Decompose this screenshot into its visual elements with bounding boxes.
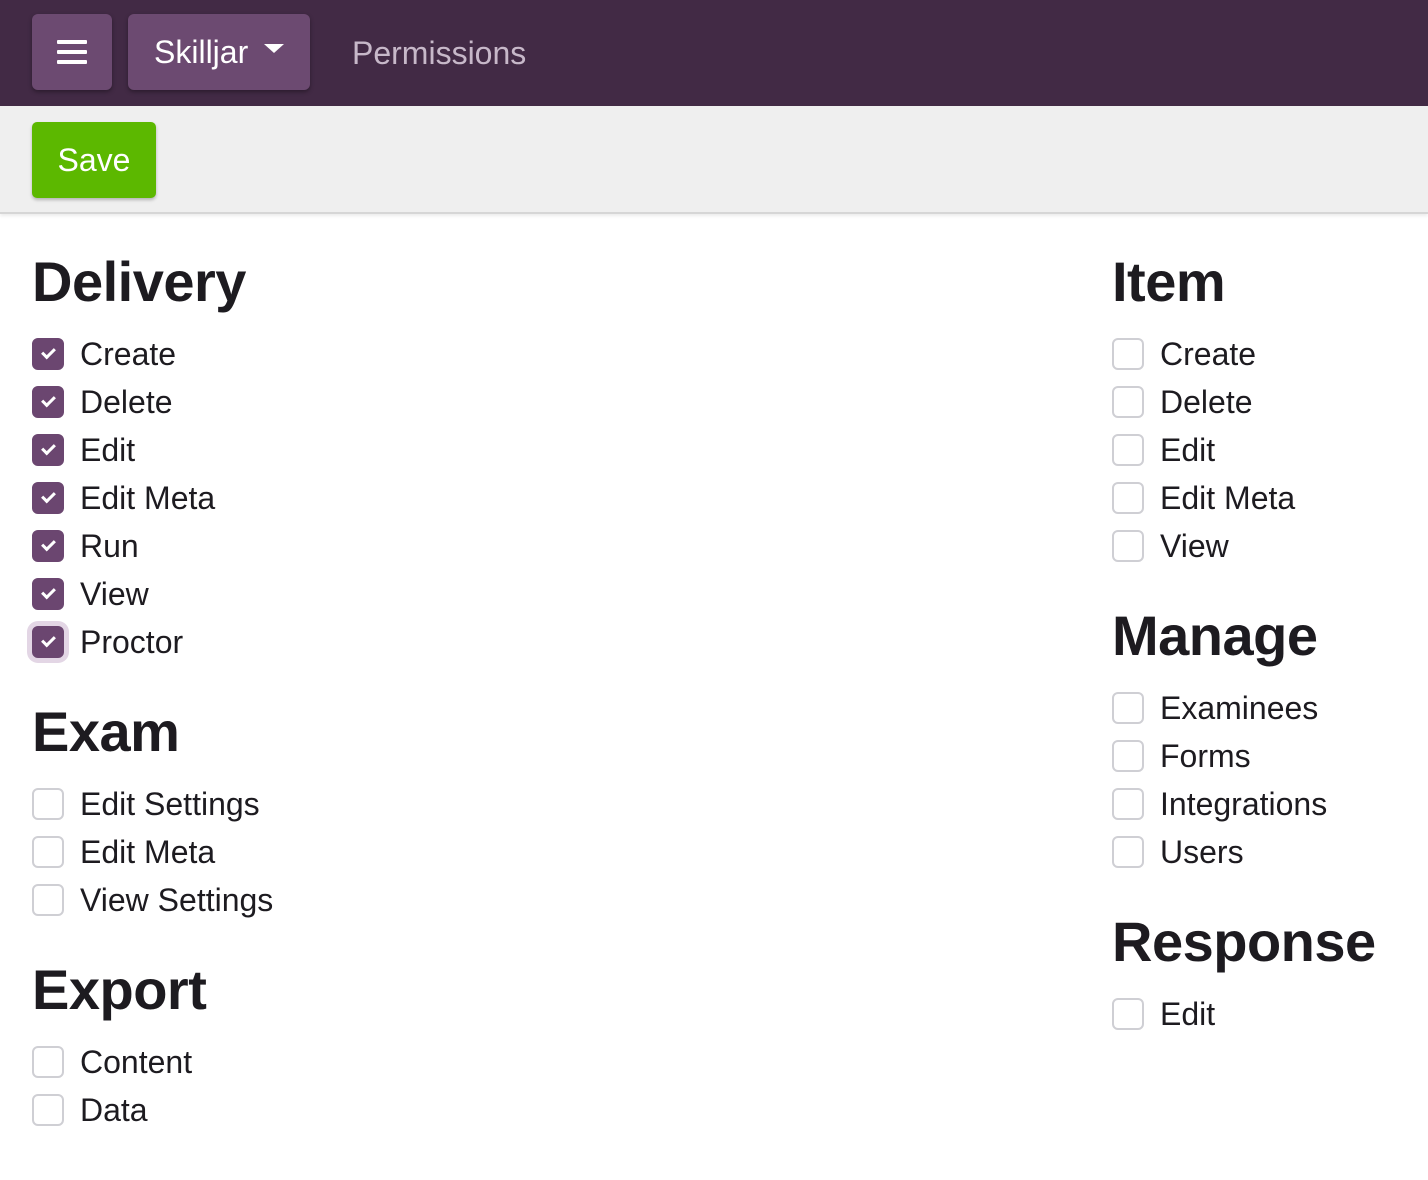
checkmark-icon bbox=[40, 344, 56, 360]
permission-label: Edit Meta bbox=[80, 480, 216, 516]
permission-label: Edit bbox=[80, 432, 136, 468]
permission-option[interactable]: Edit Meta bbox=[32, 828, 273, 876]
permission-label: Users bbox=[1160, 834, 1244, 870]
permission-checkbox[interactable] bbox=[32, 434, 64, 466]
section-exam: Exam Edit Settings Edit Meta View Settings bbox=[32, 700, 273, 924]
permission-checkbox[interactable] bbox=[32, 386, 64, 418]
permission-option[interactable]: Create bbox=[32, 330, 246, 378]
permission-label: View bbox=[1160, 528, 1229, 564]
permission-option[interactable]: Users bbox=[1112, 828, 1327, 876]
permission-label: Forms bbox=[1160, 738, 1251, 774]
permission-option[interactable]: Integrations bbox=[1112, 780, 1327, 828]
permission-label: Edit bbox=[1160, 432, 1216, 468]
permission-checkbox[interactable] bbox=[1112, 692, 1144, 724]
permission-label: View bbox=[80, 576, 149, 612]
permission-option[interactable]: Forms bbox=[1112, 732, 1327, 780]
section-delivery: Delivery Create Delete Edit Edit Meta Run Vie… bbox=[32, 250, 246, 666]
hamburger-menu-icon bbox=[57, 40, 87, 64]
section-title-item: Item bbox=[1112, 250, 1226, 313]
permission-option[interactable]: Delete bbox=[1112, 378, 1295, 426]
section-title-exam: Exam bbox=[32, 700, 180, 763]
section-manage: Manage Examinees Forms Integrations Users bbox=[1112, 604, 1327, 876]
checkmark-icon bbox=[40, 584, 56, 600]
permission-label: Run bbox=[80, 528, 139, 564]
hamburger-menu-button[interactable] bbox=[32, 14, 112, 90]
permission-label: Create bbox=[80, 336, 177, 372]
organization-dropdown[interactable]: Skilljar bbox=[128, 14, 310, 90]
permission-checkbox[interactable] bbox=[1112, 434, 1144, 466]
permission-checkbox[interactable] bbox=[1112, 740, 1144, 772]
section-title-delivery: Delivery bbox=[32, 250, 246, 313]
section-response: Response Edit bbox=[1112, 910, 1376, 1038]
permission-option[interactable]: Edit Meta bbox=[32, 474, 246, 522]
permission-checkbox[interactable] bbox=[32, 626, 64, 658]
permission-label: Edit Meta bbox=[80, 834, 216, 870]
permission-checkbox[interactable] bbox=[32, 836, 64, 868]
permission-checkbox[interactable] bbox=[32, 530, 64, 562]
permission-option[interactable]: Proctor bbox=[32, 618, 246, 666]
action-toolbar: Save bbox=[0, 106, 1428, 214]
permission-label: Create bbox=[1160, 336, 1257, 372]
permission-checkbox[interactable] bbox=[32, 1094, 64, 1126]
breadcrumb[interactable]: Permissions bbox=[352, 34, 526, 72]
permission-option[interactable]: Edit bbox=[1112, 426, 1295, 474]
permission-label: Content bbox=[80, 1044, 193, 1080]
section-export: Export Content Data bbox=[32, 958, 207, 1134]
top-navigation-bar: Skilljar Permissions bbox=[0, 0, 1428, 106]
save-button[interactable]: Save bbox=[32, 122, 156, 198]
section-title-export: Export bbox=[32, 958, 207, 1021]
permission-checkbox[interactable] bbox=[32, 338, 64, 370]
permission-option[interactable]: Create bbox=[1112, 330, 1295, 378]
permission-option[interactable]: Edit bbox=[32, 426, 246, 474]
permission-label: Examinees bbox=[1160, 690, 1319, 726]
permission-option[interactable]: Run bbox=[32, 522, 246, 570]
permission-checkbox[interactable] bbox=[32, 578, 64, 610]
checkmark-icon bbox=[40, 440, 56, 456]
permission-label: Data bbox=[80, 1092, 148, 1128]
permission-checkbox[interactable] bbox=[1112, 386, 1144, 418]
checkmark-icon bbox=[40, 632, 56, 648]
permission-checkbox[interactable] bbox=[32, 482, 64, 514]
permission-option[interactable]: Edit bbox=[1112, 990, 1376, 1038]
permission-label: Proctor bbox=[80, 624, 184, 660]
checkmark-icon bbox=[40, 536, 56, 552]
permission-checkbox[interactable] bbox=[32, 1046, 64, 1078]
permission-option[interactable]: Edit Settings bbox=[32, 780, 273, 828]
permission-checkbox[interactable] bbox=[32, 788, 64, 820]
permission-checkbox[interactable] bbox=[1112, 338, 1144, 370]
permission-label: View Settings bbox=[80, 882, 274, 918]
permission-option[interactable]: View bbox=[1112, 522, 1295, 570]
permission-label: Edit Meta bbox=[1160, 480, 1296, 516]
permission-option[interactable]: Examinees bbox=[1112, 684, 1327, 732]
permission-option[interactable]: View Settings bbox=[32, 876, 273, 924]
permission-option[interactable]: View bbox=[32, 570, 246, 618]
permission-label: Edit Settings bbox=[80, 786, 260, 822]
section-title-manage: Manage bbox=[1112, 604, 1318, 667]
permission-checkbox[interactable] bbox=[1112, 998, 1144, 1030]
permission-label: Edit bbox=[1160, 996, 1216, 1032]
permission-option[interactable]: Delete bbox=[32, 378, 246, 426]
permission-label: Delete bbox=[1160, 384, 1253, 420]
caret-down-icon bbox=[264, 43, 285, 53]
permission-option[interactable]: Edit Meta bbox=[1112, 474, 1295, 522]
checkmark-icon bbox=[40, 392, 56, 408]
permission-checkbox[interactable] bbox=[1112, 836, 1144, 868]
permission-checkbox[interactable] bbox=[1112, 482, 1144, 514]
section-title-response: Response bbox=[1112, 910, 1376, 973]
section-item: Item Create Delete Edit Edit Meta View bbox=[1112, 250, 1295, 570]
permission-option[interactable]: Data bbox=[32, 1086, 206, 1134]
organization-name: Skilljar bbox=[154, 33, 249, 70]
permission-label: Integrations bbox=[1160, 786, 1328, 822]
permission-checkbox[interactable] bbox=[1112, 788, 1144, 820]
checkmark-icon bbox=[40, 488, 56, 504]
permission-option[interactable]: Content bbox=[32, 1038, 206, 1086]
permission-label: Delete bbox=[80, 384, 173, 420]
permission-checkbox[interactable] bbox=[1112, 530, 1144, 562]
permission-checkbox[interactable] bbox=[32, 884, 64, 916]
